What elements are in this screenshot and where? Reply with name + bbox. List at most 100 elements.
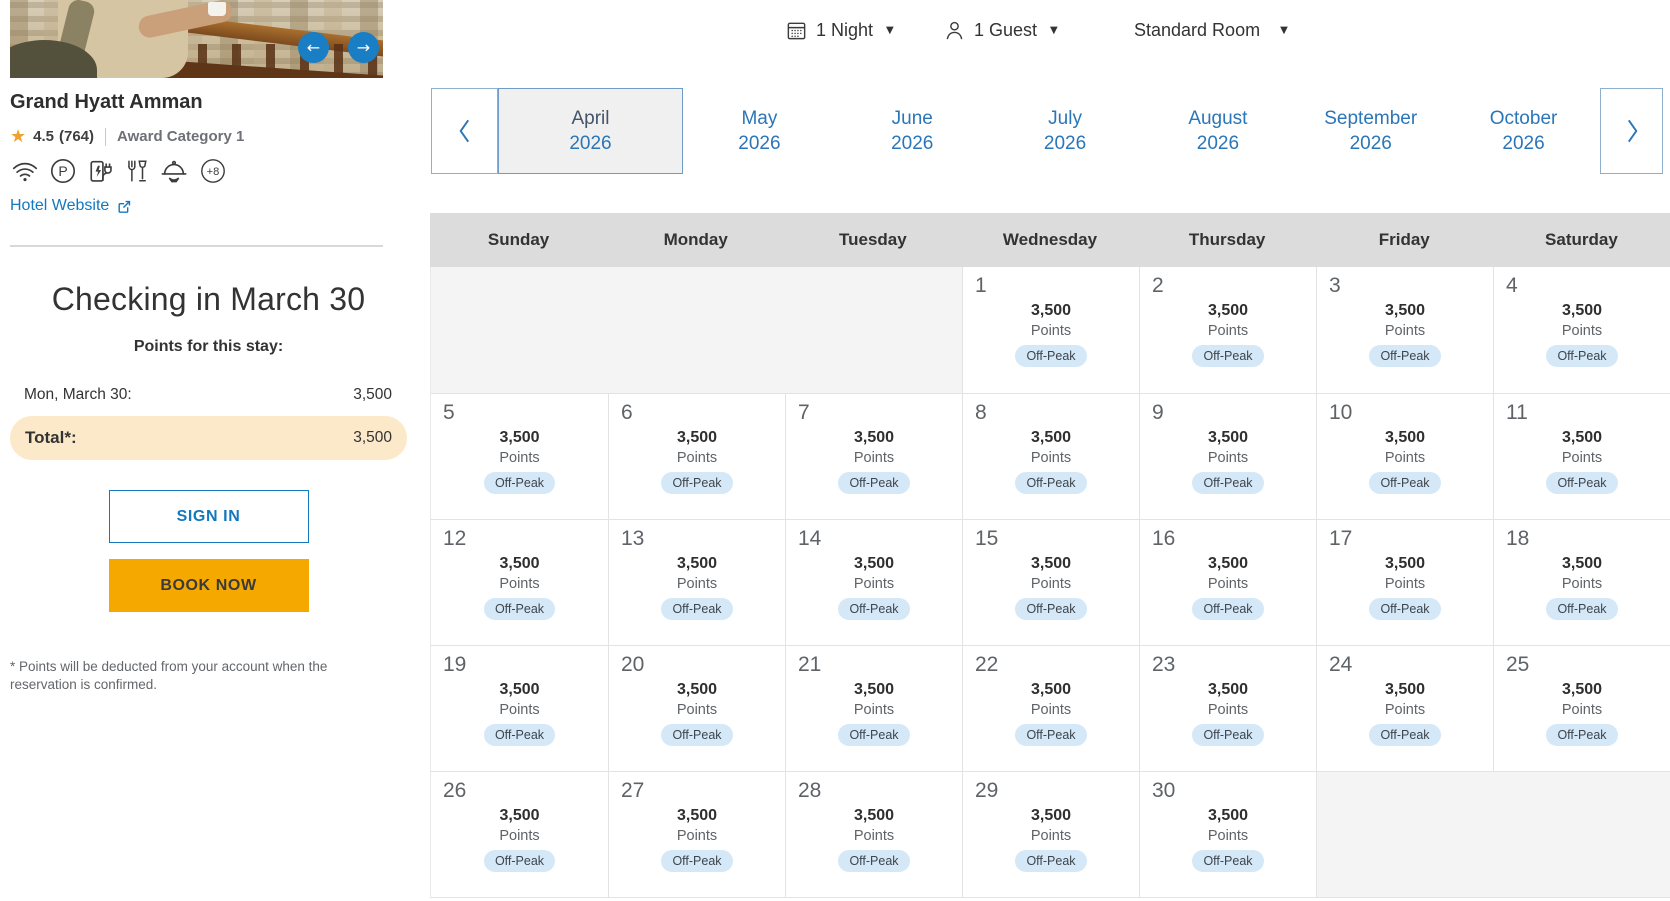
badge-wrap: Off-Peak bbox=[431, 850, 608, 872]
day-points-unit: Points bbox=[499, 702, 540, 718]
calendar-day-cell-9[interactable]: 9 3,500 Points Off-Peak bbox=[1139, 393, 1316, 519]
off-peak-badge: Off-Peak bbox=[661, 850, 733, 872]
off-peak-badge: Off-Peak bbox=[1546, 472, 1618, 494]
prev-month-button[interactable] bbox=[431, 88, 498, 174]
calendar-day-cell-5[interactable]: 5 3,500 Points Off-Peak bbox=[431, 393, 608, 519]
calendar-day-cell-16[interactable]: 16 3,500 Points Off-Peak bbox=[1139, 519, 1316, 645]
calendar-day-cell-27[interactable]: 27 3,500 Points Off-Peak bbox=[608, 771, 785, 897]
calendar-day-cell-30[interactable]: 30 3,500 Points Off-Peak bbox=[1139, 771, 1316, 897]
day-points-value: 3,500 bbox=[499, 807, 540, 824]
day-points-unit: Points bbox=[1561, 450, 1603, 466]
room-type-dropdown[interactable]: Standard Room ▼ bbox=[1134, 13, 1288, 47]
calendar-day-cell-20[interactable]: 20 3,500 Points Off-Peak bbox=[608, 645, 785, 771]
month-tab-june[interactable]: June 2026 bbox=[836, 88, 989, 174]
points-calendar: Sunday Monday Tuesday Wednesday Thursday Frid… bbox=[430, 213, 1670, 898]
day-number: 16 bbox=[1152, 527, 1176, 550]
more-amenities-badge[interactable]: +8 bbox=[199, 157, 227, 185]
calendar-day-cell-19[interactable]: 19 3,500 Points Off-Peak bbox=[431, 645, 608, 771]
badge-wrap: Off-Peak bbox=[1140, 850, 1316, 872]
day-number: 21 bbox=[798, 653, 822, 676]
chevron-right-icon bbox=[1627, 119, 1637, 143]
hotel-photo: ← → bbox=[10, 0, 383, 78]
calendar-day-cell-22[interactable]: 22 3,500 Points Off-Peak bbox=[962, 645, 1139, 771]
day-points-unit: Points bbox=[1030, 323, 1072, 339]
month-tab-october[interactable]: October 2026 bbox=[1447, 88, 1600, 174]
weekday-sunday: Sunday bbox=[487, 230, 550, 249]
book-now-button[interactable]: BOOK NOW bbox=[108, 559, 309, 612]
calendar-day-cell-24[interactable]: 24 3,500 Points Off-Peak bbox=[1316, 645, 1493, 771]
off-peak-badge: Off-Peak bbox=[1192, 598, 1264, 620]
day-points-unit: Points bbox=[1207, 702, 1249, 718]
badge-wrap: Off-Peak bbox=[609, 724, 785, 746]
off-peak-badge: Off-Peak bbox=[1192, 724, 1264, 746]
day-points-value: 3,500 bbox=[1207, 302, 1249, 319]
hotel-website-link[interactable]: Hotel Website bbox=[10, 197, 133, 215]
weekday-wednesday: Wednesday bbox=[1002, 230, 1098, 249]
calendar-day-cell-26[interactable]: 26 3,500 Points Off-Peak bbox=[431, 771, 608, 897]
day-number: 1 bbox=[975, 274, 987, 297]
svg-text:+8: +8 bbox=[207, 166, 220, 178]
month-tab-august[interactable]: August 2026 bbox=[1141, 88, 1294, 174]
calendar-day-cell-11[interactable]: 11 3,500 Points Off-Peak bbox=[1493, 393, 1670, 519]
sign-in-button[interactable]: SIGN IN bbox=[108, 490, 309, 543]
hotel-name: Grand Hyatt Amman bbox=[10, 91, 203, 113]
calendar-day-cell-10[interactable]: 10 3,500 Points Off-Peak bbox=[1316, 393, 1493, 519]
month-tab-july[interactable]: July 2026 bbox=[989, 88, 1142, 174]
day-number: 17 bbox=[1329, 527, 1353, 550]
off-peak-badge: Off-Peak bbox=[838, 850, 910, 872]
off-peak-badge: Off-Peak bbox=[1369, 472, 1441, 494]
photo-next-arrow-icon[interactable]: → bbox=[348, 32, 379, 63]
sidebar-divider bbox=[10, 245, 383, 247]
day-points-unit: Points bbox=[1384, 323, 1426, 339]
weekday-friday: Friday bbox=[1378, 230, 1430, 249]
off-peak-badge: Off-Peak bbox=[1369, 724, 1441, 746]
points-subtitle: Points for this stay: bbox=[133, 338, 284, 355]
badge-wrap: Off-Peak bbox=[609, 850, 785, 872]
caret-down-icon: ▼ bbox=[886, 24, 894, 36]
calendar-day-cell-25[interactable]: 25 3,500 Points Off-Peak bbox=[1493, 645, 1670, 771]
calendar-day-cell-4[interactable]: 4 3,500 Points Off-Peak bbox=[1493, 267, 1670, 393]
calendar-day-cell-12[interactable]: 12 3,500 Points Off-Peak bbox=[431, 519, 608, 645]
badge-wrap: Off-Peak bbox=[1494, 598, 1670, 620]
calendar-day-cell-14[interactable]: 14 3,500 Points Off-Peak bbox=[785, 519, 962, 645]
month-tab-april-selected[interactable]: April 2026 bbox=[498, 88, 683, 174]
calendar-day-cell-1[interactable]: 1 3,500 Points Off-Peak bbox=[962, 267, 1139, 393]
nights-dropdown[interactable]: 1 Night ▼ bbox=[785, 13, 894, 47]
calendar-day-cell-23[interactable]: 23 3,500 Points Off-Peak bbox=[1139, 645, 1316, 771]
calendar-day-cell-8[interactable]: 8 3,500 Points Off-Peak bbox=[962, 393, 1139, 519]
calendar-day-cell-29[interactable]: 29 3,500 Points Off-Peak bbox=[962, 771, 1139, 897]
month-name: June bbox=[891, 107, 933, 129]
calendar-day-cell-15[interactable]: 15 3,500 Points Off-Peak bbox=[962, 519, 1139, 645]
month-year: 2026 bbox=[1349, 132, 1392, 154]
day-points-value: 3,500 bbox=[1561, 681, 1603, 698]
month-tab-may[interactable]: May 2026 bbox=[683, 88, 836, 174]
calendar-day-cell-13[interactable]: 13 3,500 Points Off-Peak bbox=[608, 519, 785, 645]
calendar-day-cell-6[interactable]: 6 3,500 Points Off-Peak bbox=[608, 393, 785, 519]
calendar-day-cell-17[interactable]: 17 3,500 Points Off-Peak bbox=[1316, 519, 1493, 645]
rating-row: ★ 4.5 (764) Award Category 1 bbox=[10, 126, 407, 147]
day-number: 20 bbox=[621, 653, 645, 676]
badge-wrap: Off-Peak bbox=[1494, 724, 1670, 746]
month-name: July bbox=[1048, 107, 1082, 129]
calendar-day-cell-18[interactable]: 18 3,500 Points Off-Peak bbox=[1493, 519, 1670, 645]
month-year: 2026 bbox=[1502, 132, 1545, 154]
guests-dropdown[interactable]: 1 Guest ▼ bbox=[943, 13, 1058, 47]
weekday-monday: Monday bbox=[663, 230, 728, 249]
calendar-day-cell-28[interactable]: 28 3,500 Points Off-Peak bbox=[785, 771, 962, 897]
month-tab-september[interactable]: September 2026 bbox=[1294, 88, 1447, 174]
off-peak-badge: Off-Peak bbox=[838, 724, 910, 746]
calendar-day-cell-21[interactable]: 21 3,500 Points Off-Peak bbox=[785, 645, 962, 771]
next-month-button[interactable] bbox=[1600, 88, 1663, 174]
calendar-day-cell-3[interactable]: 3 3,500 Points Off-Peak bbox=[1316, 267, 1493, 393]
calendar-day-cell-2[interactable]: 2 3,500 Points Off-Peak bbox=[1139, 267, 1316, 393]
photo-prev-arrow-icon[interactable]: ← bbox=[298, 32, 329, 63]
off-peak-badge: Off-Peak bbox=[838, 598, 910, 620]
off-peak-badge: Off-Peak bbox=[838, 472, 910, 494]
day-number: 2 bbox=[1152, 274, 1164, 297]
day-points-unit: Points bbox=[1030, 702, 1072, 718]
day-number: 25 bbox=[1506, 653, 1530, 676]
day-number: 29 bbox=[975, 779, 999, 802]
calendar-day-cell-7[interactable]: 7 3,500 Points Off-Peak bbox=[785, 393, 962, 519]
day-points-value: 3,500 bbox=[1207, 681, 1249, 698]
day-points-value: 3,500 bbox=[676, 555, 718, 572]
